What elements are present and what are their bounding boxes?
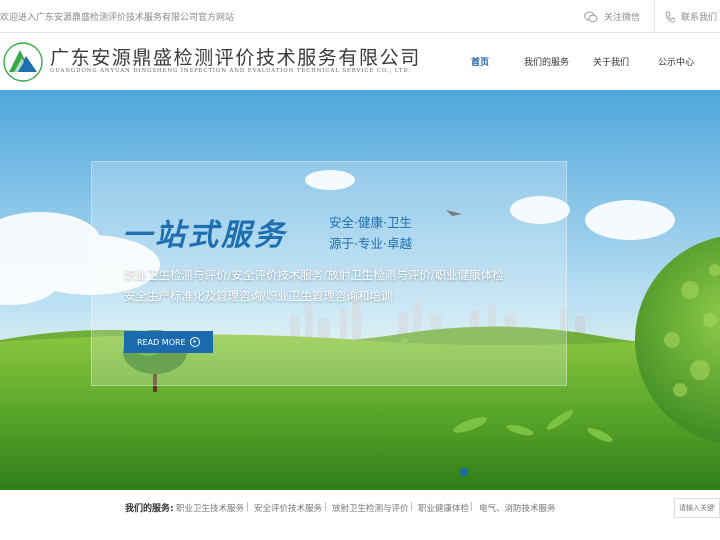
welcome-text: 欢迎进入广东安源鼎盛检测评价技术服务有限公司官方网站 <box>0 13 235 23</box>
company-logo[interactable] <box>2 42 44 82</box>
services-strip-label: 我们的服务: <box>125 504 174 514</box>
company-name-cn: 广东安源鼎盛检测评价技术服务有限公司 <box>50 47 421 69</box>
banner-tagline-2: 源于·专业·卓越 <box>329 236 412 251</box>
service-link-radiation-health[interactable]: 放射卫生检测与评价 <box>332 502 409 514</box>
nav-our-services[interactable]: 我们的服务 <box>524 33 569 90</box>
top-bar: 欢迎进入广东安源鼎盛检测评价技术服务有限公司官方网站 关注微信 联系我们 <box>0 0 720 33</box>
banner-slogan: 一站式服务 <box>122 218 287 253</box>
contact-us-link[interactable]: 联系我们 <box>654 0 717 33</box>
read-more-label: READ MORE <box>137 337 186 347</box>
services-strip: 我们的服务: 职业卫生技术服务 | 安全评价技术服务 | 放射卫生检测与评价 |… <box>0 490 720 540</box>
site-header: 广东安源鼎盛检测评价技术服务有限公司 GUANGDONG ANYUAN DING… <box>0 33 720 90</box>
service-link-safety-evaluation[interactable]: 安全评价技术服务 <box>254 502 322 514</box>
banner-description-2: 安全生产标准化及管理咨询/职业卫生管理咨询和培训 <box>124 289 393 303</box>
search-input[interactable] <box>674 498 720 518</box>
hero-banner: 一站式服务 安全·健康·卫生 源于·专业·卓越 职业卫生检测与评价/安全评价技术… <box>0 90 720 490</box>
slider-dot-active[interactable] <box>460 468 468 476</box>
banner-tagline-1: 安全·健康·卫生 <box>329 215 412 230</box>
banner-description-1: 职业卫生检测与评价/安全评价技术服务/放射卫生检测与评价/职业健康体检 <box>124 268 504 282</box>
nav-notice-center[interactable]: 公示中心 <box>658 33 694 90</box>
separator: | <box>246 502 249 512</box>
nav-home[interactable]: 首页 <box>471 33 489 90</box>
wechat-icon <box>584 11 598 22</box>
nav-about-us[interactable]: 关于我们 <box>593 33 629 90</box>
phone-icon <box>665 11 675 23</box>
arrow-right-icon: ▸ <box>190 337 200 347</box>
separator: | <box>470 502 473 512</box>
contact-label: 联系我们 <box>681 13 718 23</box>
separator: | <box>324 502 327 512</box>
service-link-occupational-health[interactable]: 职业卫生技术服务 <box>176 502 244 514</box>
homepage: 欢迎进入广东安源鼎盛检测评价技术服务有限公司官方网站 关注微信 联系我们 广东安… <box>0 0 720 540</box>
service-link-health-checkup[interactable]: 职业健康体检 <box>418 502 469 514</box>
read-more-button[interactable]: READ MORE ▸ <box>124 331 213 353</box>
company-name-en: GUANGDONG ANYUAN DINGSHENG INSPECTION AN… <box>50 68 411 74</box>
wechat-label: 关注微信 <box>604 13 641 23</box>
follow-wechat-link[interactable]: 关注微信 <box>584 0 640 33</box>
separator: | <box>410 502 413 512</box>
service-link-electrical-fire[interactable]: 电气、消防技术服务 <box>479 502 556 514</box>
